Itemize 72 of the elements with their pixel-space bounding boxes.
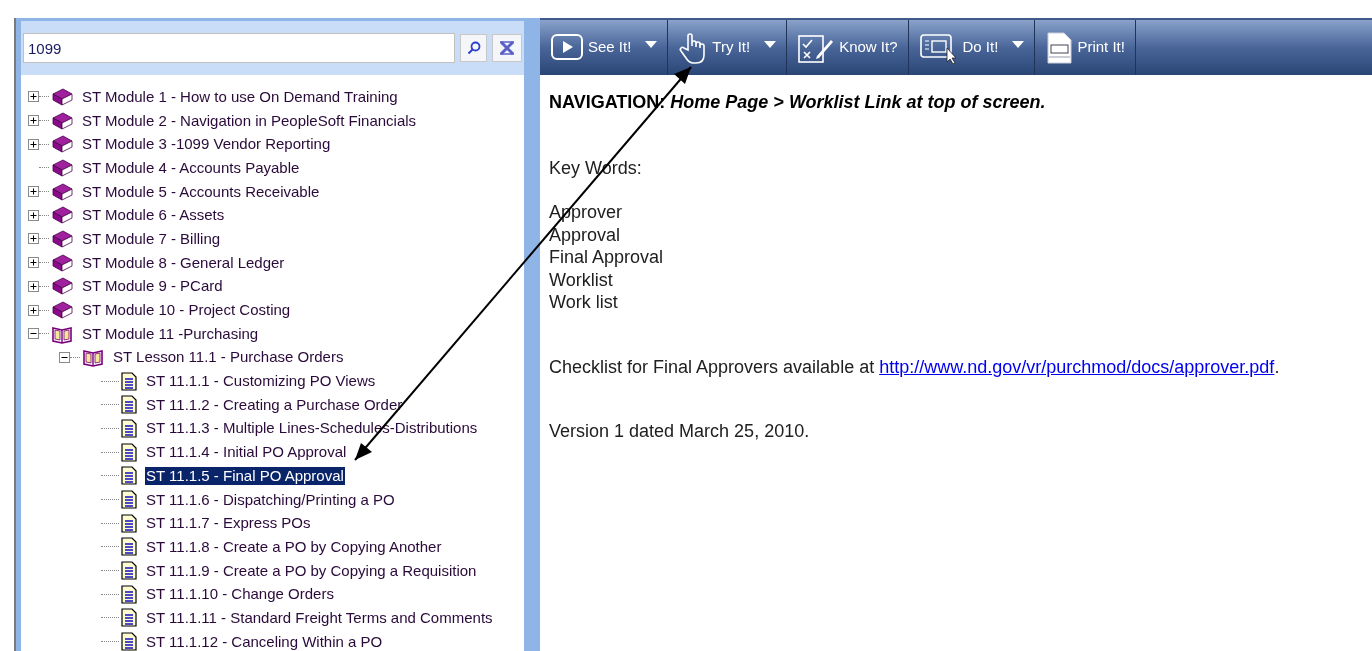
search-icon bbox=[466, 41, 481, 55]
expand-icon[interactable] bbox=[27, 138, 39, 150]
search-button[interactable] bbox=[459, 34, 488, 62]
tree-item[interactable]: ST 11.1.6 - Dispatching/Printing a PO bbox=[145, 490, 396, 509]
expand-icon[interactable] bbox=[27, 115, 39, 127]
page-icon bbox=[121, 418, 137, 438]
tree-item[interactable]: ST Lesson 11.1 - Purchase Orders bbox=[112, 348, 345, 367]
tree-item[interactable]: ST 11.1.11 - Standard Freight Terms and Comments bbox=[145, 608, 494, 627]
book-icon bbox=[51, 276, 73, 297]
tree-item[interactable]: ST Module 6 - Assets bbox=[81, 206, 226, 225]
tree-item[interactable]: ST Module 4 - Accounts Payable bbox=[81, 158, 301, 177]
expand-icon[interactable] bbox=[27, 209, 39, 221]
keyword: Worklist bbox=[549, 268, 613, 291]
tree-item[interactable]: ST 11.1.1 - Customizing PO Views bbox=[145, 372, 377, 391]
tree-item[interactable]: ST 11.1.2 - Creating a Purchase Order bbox=[145, 395, 404, 414]
page-icon bbox=[121, 537, 137, 557]
tree-item[interactable]: ST Module 5 - Accounts Receivable bbox=[81, 182, 321, 201]
page-icon bbox=[121, 395, 137, 415]
expand-icon[interactable] bbox=[27, 186, 39, 198]
book-icon bbox=[51, 205, 73, 226]
collapse-icon[interactable] bbox=[58, 351, 70, 363]
tree-item[interactable]: ST Module 8 - General Ledger bbox=[81, 253, 286, 272]
tree-item[interactable]: ST 11.1.4 - Initial PO Approval bbox=[145, 443, 348, 462]
tree-item[interactable]: ST 11.1.10 - Change Orders bbox=[145, 585, 335, 604]
book-icon bbox=[51, 110, 73, 131]
document-icon bbox=[1045, 30, 1074, 65]
tree-item[interactable]: ST 11.1.9 - Create a PO by Copying a Requisition bbox=[145, 561, 478, 580]
page-icon bbox=[121, 490, 137, 510]
tree-item[interactable]: ST Module 7 - Billing bbox=[81, 229, 222, 248]
page-icon bbox=[121, 561, 137, 581]
keyword: Work list bbox=[549, 291, 618, 314]
tree-item[interactable]: ST 11.1.5 - Final PO Approval bbox=[145, 466, 345, 485]
open-book-icon bbox=[82, 347, 104, 368]
clear-button[interactable] bbox=[492, 34, 522, 62]
version-text: Version 1 dated March 25, 2010. bbox=[549, 420, 811, 443]
play-icon bbox=[550, 32, 584, 63]
keyword: Final Approval bbox=[549, 246, 664, 269]
book-icon bbox=[51, 157, 73, 178]
book-icon bbox=[51, 134, 73, 155]
checklist-text: Checklist for Final Approvers available at http://www.nd.gov/vr/purchmod/docs/approver.pdf. bbox=[549, 355, 1281, 378]
expand-icon[interactable] bbox=[27, 304, 39, 316]
link[interactable]: http://www.nd.gov/vr/purchmod/docs/approver.pdf bbox=[879, 356, 1275, 377]
book-icon bbox=[51, 86, 73, 107]
page-icon bbox=[121, 371, 137, 391]
tree-item[interactable]: ST Module 1 - How to use On Demand Training bbox=[81, 87, 399, 106]
page-icon bbox=[121, 513, 137, 533]
collapse-icon[interactable] bbox=[27, 328, 39, 340]
tree-item[interactable]: ST Module 2 - Navigation in PeopleSoft Financials bbox=[81, 111, 418, 130]
tree-item[interactable]: ST Module 10 - Project Costing bbox=[81, 301, 292, 320]
tree-item[interactable]: ST Module 9 - PCard bbox=[81, 277, 224, 296]
page-icon bbox=[121, 632, 137, 651]
expand-icon[interactable] bbox=[27, 257, 39, 269]
tree-item[interactable]: ST 11.1.8 - Create a PO by Copying Another bbox=[145, 537, 443, 556]
page-icon bbox=[121, 466, 137, 486]
tree-item[interactable]: ST 11.1.7 - Express POs bbox=[145, 514, 312, 533]
page-icon bbox=[121, 608, 137, 628]
search-field[interactable]: 1099 bbox=[23, 33, 455, 63]
book-icon bbox=[51, 252, 73, 273]
tree-item[interactable]: ST Module 11 -Purchasing bbox=[81, 324, 260, 343]
page-icon bbox=[121, 584, 137, 604]
book-icon bbox=[51, 228, 73, 249]
clear-icon bbox=[499, 41, 516, 55]
tree-item[interactable]: ST 11.1.12 - Canceling Within a PO bbox=[145, 632, 384, 651]
book-icon bbox=[51, 300, 73, 321]
expand-icon[interactable] bbox=[27, 91, 39, 103]
page-icon bbox=[121, 442, 137, 462]
tree-item[interactable]: ST Module 3 -1099 Vendor Reporting bbox=[81, 135, 332, 154]
keyword: Approval bbox=[549, 223, 621, 246]
window-cursor-icon bbox=[918, 31, 959, 64]
book-icon bbox=[51, 181, 73, 202]
expand-icon[interactable] bbox=[27, 233, 39, 245]
expand-icon[interactable] bbox=[27, 280, 39, 292]
